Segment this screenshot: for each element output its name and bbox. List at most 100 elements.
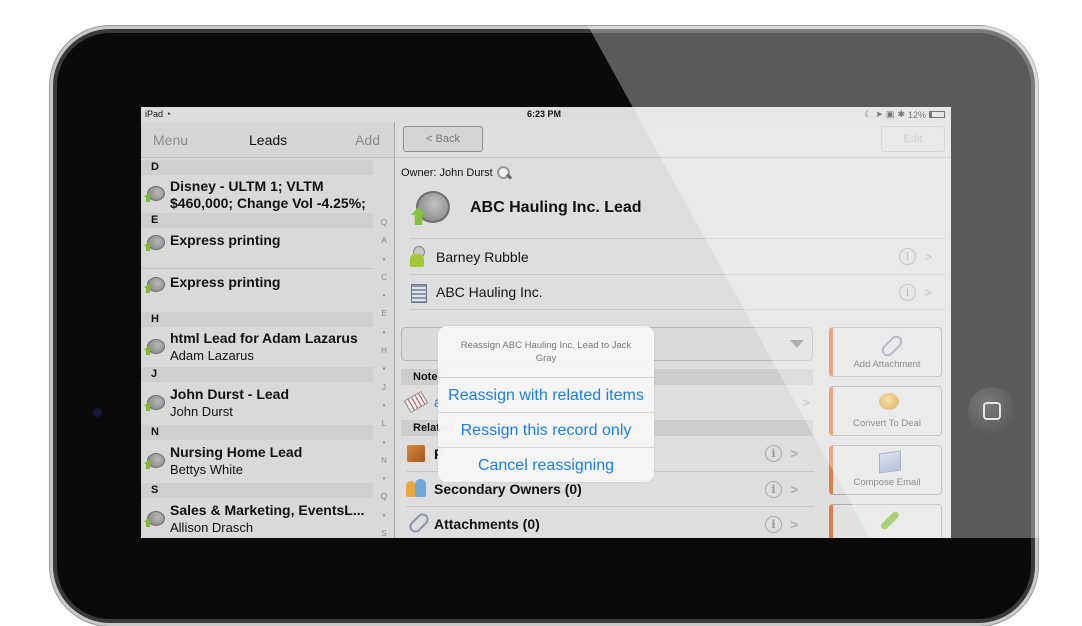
lead-item-sales-marketing[interactable]: Sales & Marketing, EventsL... Allison Dr… (141, 498, 373, 538)
index-entry[interactable]: • (375, 324, 393, 342)
chevron-right-icon: > (790, 516, 798, 532)
company-name: ABC Hauling Inc. (436, 284, 543, 300)
lead-item-disney[interactable]: Disney - ULTM 1; VLTM $460,000; Change V… (141, 175, 373, 213)
bluetooth-icon: ✱ (897, 109, 905, 119)
index-entry[interactable]: N (375, 452, 393, 470)
ipad-screen: iPad ◔ 6:23 PM ☾ ➤ ▣ ✱ 12% Menu Leads Ad… (141, 107, 951, 538)
section-index-bar[interactable]: Q A • C • E • H • J • L • N • Q • S (375, 214, 393, 538)
lead-icon (410, 189, 452, 227)
lead-title: html Lead for Adam Lazarus (170, 330, 358, 346)
lead-icon (144, 511, 165, 528)
info-icon[interactable]: i (765, 445, 782, 462)
lead-icon (144, 277, 165, 294)
envelope-icon (878, 452, 900, 472)
compose-email-button[interactable]: Compose Email (829, 445, 942, 495)
edit-button[interactable]: Edit (881, 126, 945, 152)
menu-button[interactable]: Menu (153, 132, 188, 148)
detail-navbar: < Back Edit (396, 122, 951, 158)
leads-title: Leads (249, 132, 288, 148)
owner-label: Owner: John Durst (401, 167, 493, 179)
airplay-icon: ▣ (885, 109, 895, 119)
lead-icon (144, 339, 165, 356)
leads-navbar: Menu Leads Add (141, 122, 394, 158)
action-label: Add Attachment (853, 359, 921, 370)
index-entry[interactable]: • (375, 397, 393, 415)
record-title: ABC Hauling Inc. Lead (470, 199, 642, 216)
index-entry[interactable]: • (375, 287, 393, 305)
lead-item-express-1[interactable]: Express printing (141, 228, 373, 269)
lead-title: Sales & Marketing, EventsL... (170, 502, 365, 518)
index-entry[interactable]: J (375, 379, 393, 397)
index-entry[interactable]: C (375, 269, 393, 287)
cancel-reassign-button[interactable]: Cancel reassigning (438, 448, 654, 482)
lead-icon (144, 395, 165, 412)
lead-item-john-durst[interactable]: John Durst - Lead John Durst (141, 382, 373, 425)
section-header: H (141, 312, 373, 327)
lead-subtitle: John Durst (170, 404, 233, 419)
lead-icon (144, 235, 165, 252)
info-icon[interactable]: i (899, 283, 916, 301)
index-entry[interactable]: • (375, 507, 393, 525)
notepad-icon (403, 390, 429, 414)
record-header: ABC Hauling Inc. Lead (410, 188, 642, 228)
front-camera (94, 409, 101, 416)
index-entry[interactable]: • (375, 470, 393, 488)
index-entry[interactable]: L (375, 415, 393, 433)
contact-row[interactable]: Barney Rubble i > (410, 238, 946, 274)
index-entry[interactable]: E (375, 305, 393, 323)
section-header: N (141, 425, 373, 440)
attachments-row[interactable]: Attachments (0) i > (406, 506, 814, 538)
info-icon[interactable]: i (899, 248, 916, 265)
lead-item-html-lead[interactable]: html Lead for Adam Lazarus Adam Lazarus (141, 327, 373, 367)
contact-icon (408, 245, 430, 268)
status-left: iPad ◔ (145, 109, 171, 119)
people-icon (406, 478, 428, 500)
chevron-right-icon: > (790, 481, 798, 497)
chevron-right-icon: > (802, 395, 810, 410)
location-icon: ➤ (875, 109, 883, 119)
info-icon[interactable]: i (765, 515, 782, 533)
chevron-right-icon: > (924, 284, 932, 300)
status-right: ☾ ➤ ▣ ✱ 12% (864, 109, 945, 120)
phone-icon (878, 511, 900, 531)
index-entry[interactable]: S (375, 525, 393, 538)
reassign-alert: Reassign ABC Hauling Inc. Lead to Jack G… (438, 326, 654, 482)
leads-list-pane: Menu Leads Add D Disney - ULTM 1; VLTM $… (141, 122, 395, 538)
index-entry[interactable]: • (375, 434, 393, 452)
call-button[interactable] (829, 504, 942, 538)
index-entry[interactable]: • (375, 360, 393, 378)
paperclip-icon (878, 334, 900, 354)
index-entry[interactable]: H (375, 342, 393, 360)
paperclip-icon (406, 513, 428, 535)
home-button[interactable] (968, 387, 1016, 435)
lead-item-express-2[interactable]: Express printing (141, 269, 373, 301)
index-entry[interactable]: Q (375, 488, 393, 506)
related-label: Secondary Owners (0) (434, 481, 582, 497)
dropdown-arrow-icon (790, 340, 804, 348)
convert-to-deal-button[interactable]: Convert To Deal (829, 386, 942, 436)
status-time: 6:23 PM (527, 109, 562, 119)
back-button[interactable]: < Back (403, 126, 483, 152)
coin-icon (878, 393, 900, 413)
search-owner-icon[interactable] (496, 166, 511, 180)
company-row[interactable]: ABC Hauling Inc. i > (410, 274, 946, 310)
index-entry[interactable]: • (375, 251, 393, 269)
reassign-with-related-button[interactable]: Reassign with related items (438, 378, 654, 413)
company-icon (408, 281, 430, 303)
alert-message: Reassign ABC Hauling Inc. Lead to Jack G… (438, 326, 654, 378)
battery-percent: 12% (907, 109, 926, 120)
add-lead-button[interactable]: Add (355, 132, 380, 148)
section-header: S (141, 483, 373, 498)
lead-title-cont: $460,000; Change Vol -4.25%; (170, 195, 366, 211)
lead-title: Disney - ULTM 1; VLTM (170, 178, 324, 194)
lead-title: Express printing (170, 232, 281, 248)
reassign-record-only-button[interactable]: Ressign this record only (438, 413, 654, 448)
lead-item-nursing-home[interactable]: Nursing Home Lead Bettys White (141, 440, 373, 483)
add-attachment-button[interactable]: Add Attachment (829, 327, 942, 377)
lead-title: John Durst - Lead (170, 386, 290, 402)
index-entry[interactable]: A (375, 232, 393, 250)
index-search-icon[interactable]: Q (375, 214, 393, 232)
info-icon[interactable]: i (765, 480, 782, 498)
lead-title: Nursing Home Lead (170, 444, 303, 460)
lead-title: Express printing (170, 274, 281, 290)
